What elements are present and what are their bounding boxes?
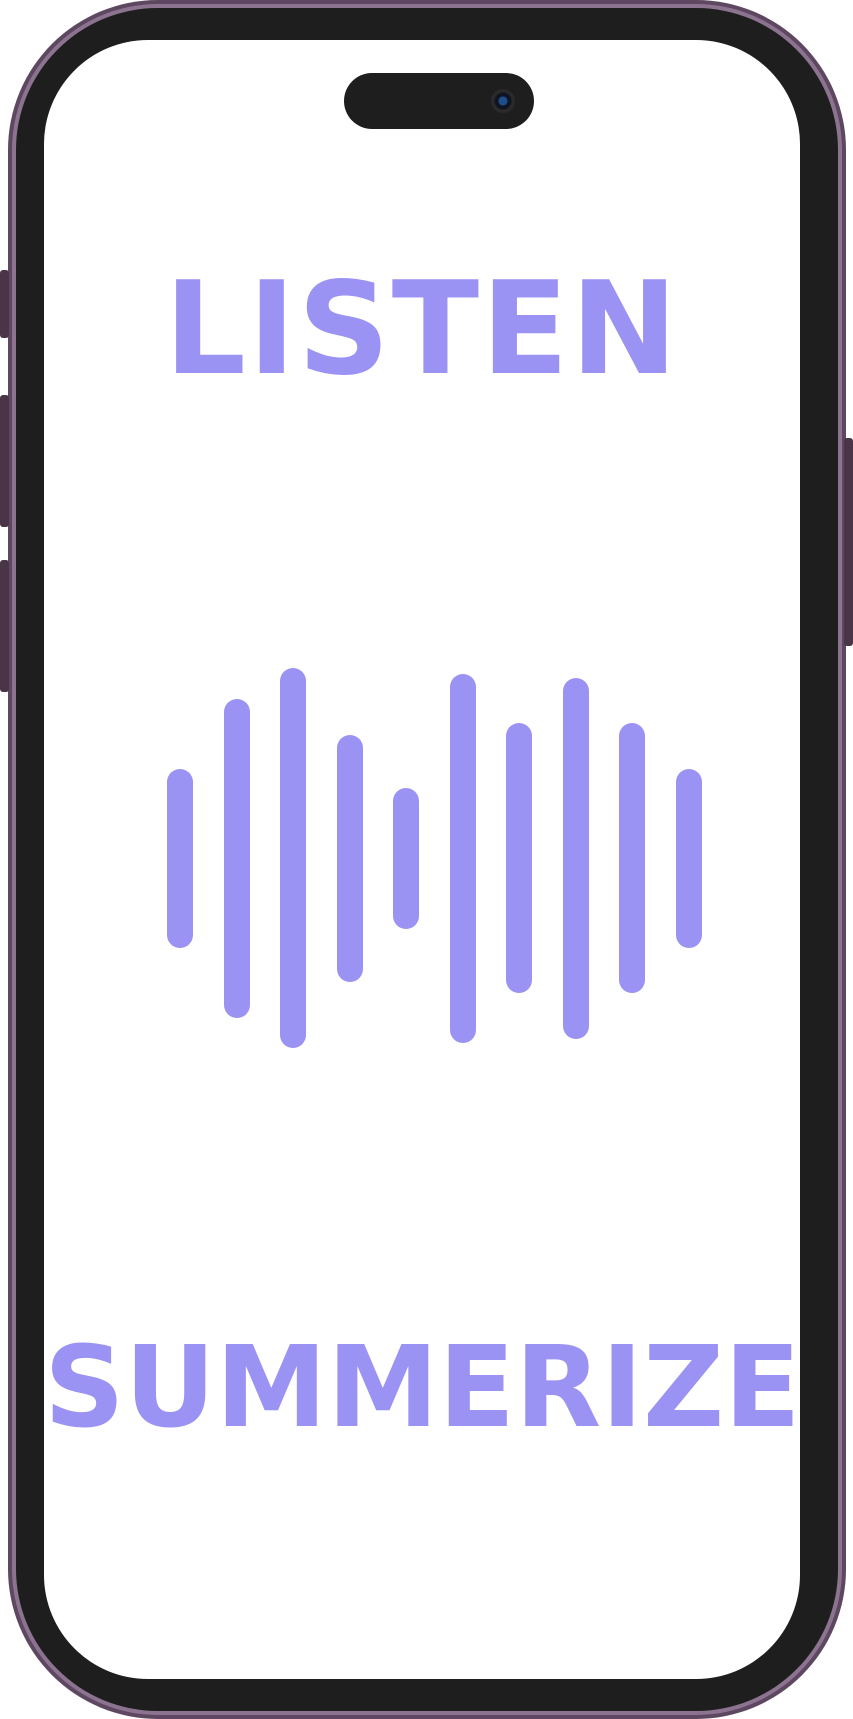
front-camera-icon (491, 89, 515, 113)
phone-rim: LISTEN SUMMERIZE (12, 4, 842, 1715)
waveform-bar (449, 673, 476, 1043)
waveform-bar (223, 698, 250, 1018)
waveform-bar (167, 768, 193, 948)
waveform-bar (280, 668, 306, 1048)
phone-bezel: LISTEN SUMMERIZE (16, 8, 838, 1711)
dynamic-island (344, 73, 534, 129)
waveform-bar (506, 723, 532, 993)
phone-screen: LISTEN SUMMERIZE (44, 40, 800, 1679)
volume-up-button (0, 395, 9, 527)
waveform-bar (336, 734, 363, 982)
summarize-heading: SUMMERIZE (44, 1323, 800, 1453)
waveform-bar (619, 723, 645, 993)
waveform-bar (675, 768, 702, 948)
phone-frame: LISTEN SUMMERIZE (8, 0, 846, 1719)
action-button (0, 270, 9, 338)
listen-heading: LISTEN (164, 255, 680, 404)
waveform-bar (393, 787, 419, 929)
volume-down-button (0, 560, 9, 692)
power-button (844, 438, 853, 646)
waveform-bar (562, 677, 589, 1039)
